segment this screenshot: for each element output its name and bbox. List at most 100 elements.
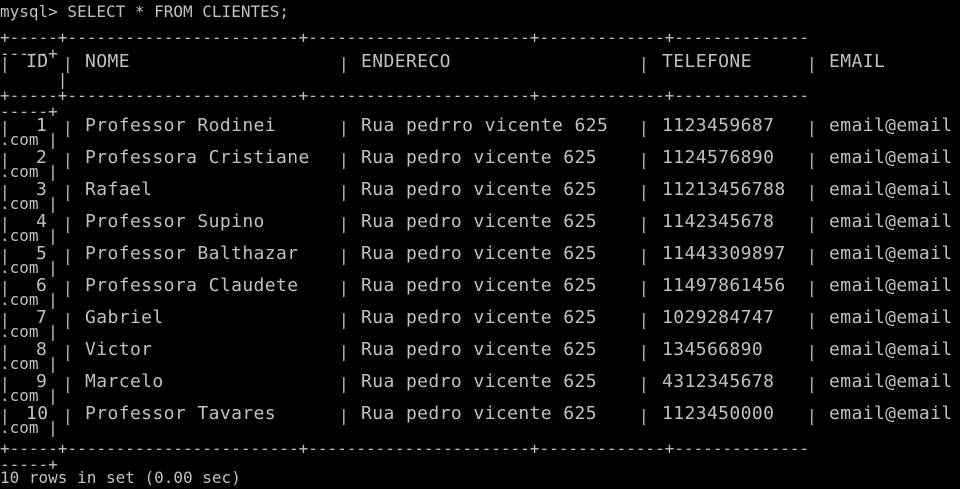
prompt-line: mysql> SELECT * FROM CLIENTES; <box>0 2 289 21</box>
header-pipe-3: | <box>639 54 649 73</box>
header-nome: NOME <box>85 51 130 72</box>
row-pipe-4: | <box>807 374 817 393</box>
cell-endereco: Rua pedro vicente 625 <box>361 339 597 360</box>
row-pipe-1: | <box>63 342 73 361</box>
cell-telefone: 1029284747 <box>662 307 775 328</box>
row-pipe-1: | <box>63 214 73 233</box>
cell-telefone: 11213456788 <box>662 179 786 200</box>
row-pipe-3: | <box>639 182 649 201</box>
row-pipe-3: | <box>639 150 649 169</box>
cell-nome: Professor Rodinei <box>85 115 277 136</box>
row-pipe-1: | <box>63 278 73 297</box>
cell-email: email@email <box>829 403 953 424</box>
table-row: | | | | | 10 Professor Tavares Rua pedro vicent… <box>0 404 960 424</box>
row-wrap-tail: .com | <box>0 418 58 437</box>
row-pipe-2: | <box>339 182 349 201</box>
cell-endereco: Rua pedro vicente 625 <box>361 211 597 232</box>
table-row: | | | | | 7 Gabriel Rua pedro vicente 625 102928… <box>0 308 960 328</box>
row-wrap-tail: .com | <box>0 386 58 405</box>
row-pipe-1: | <box>63 406 73 425</box>
row-pipe-3: | <box>639 374 649 393</box>
cell-telefone: 11443309897 <box>662 243 786 264</box>
row-pipe-4: | <box>807 182 817 201</box>
table-border-top: +-----+------------------------+--------… <box>0 28 810 47</box>
cell-endereco: Rua pedro vicente 625 <box>361 275 597 296</box>
cell-nome: Victor <box>85 339 153 360</box>
row-pipe-1: | <box>63 246 73 265</box>
row-pipe-4: | <box>807 214 817 233</box>
cell-endereco: Rua pedro vicente 625 <box>361 371 597 392</box>
table-row: | | | | | 6 Professora Claudete Rua pedro vicen… <box>0 276 960 296</box>
table-row: | | | | | 4 Professor Supino Rua pedro vicente … <box>0 212 960 232</box>
cell-nome: Professora Cristiane <box>85 147 310 168</box>
row-pipe-2: | <box>339 406 349 425</box>
table-header-row: | ID | NOME | ENDERECO | TELEFONE | EMAI… <box>0 52 960 72</box>
row-wrap-tail: .com | <box>0 258 58 277</box>
header-telefone: TELEFONE <box>662 51 752 72</box>
cell-nome: Rafael <box>85 179 153 200</box>
cell-telefone: 1142345678 <box>662 211 775 232</box>
row-pipe-2: | <box>339 278 349 297</box>
header-id: ID <box>26 51 49 72</box>
cell-email: email@email <box>829 307 953 328</box>
header-pipe-4: | <box>807 54 817 73</box>
row-pipe-3: | <box>639 118 649 137</box>
row-wrap-tail: .com | <box>0 322 58 341</box>
terminal-window[interactable]: mysql> SELECT * FROM CLIENTES; +-----+--… <box>0 0 960 489</box>
table-row: | | | | | 3 Rafael Rua pedro vicente 625 1121345… <box>0 180 960 200</box>
row-pipe-4: | <box>807 246 817 265</box>
cell-telefone: 4312345678 <box>662 371 775 392</box>
table-row: | | | | | 2 Professora Cristiane Rua pedro vice… <box>0 148 960 168</box>
row-pipe-1: | <box>63 374 73 393</box>
row-pipe-2: | <box>339 246 349 265</box>
table-border-mid: +-----+------------------------+--------… <box>0 86 810 105</box>
row-pipe-3: | <box>639 406 649 425</box>
cell-telefone: 1123459687 <box>662 115 775 136</box>
row-wrap-tail: .com | <box>0 194 58 213</box>
cell-email: email@email <box>829 147 953 168</box>
table-row: | | | | | 8 Victor Rua pedro vicente 625 1345668… <box>0 340 960 360</box>
table-row: | | | | | 5 Professor Balthazar Rua pedro vicen… <box>0 244 960 264</box>
result-footer: 10 rows in set (0.00 sec) <box>0 468 241 487</box>
cell-endereco: Rua pedro vicente 625 <box>361 243 597 264</box>
row-pipe-1: | <box>63 182 73 201</box>
row-pipe-4: | <box>807 278 817 297</box>
cell-telefone: 11497861456 <box>662 275 786 296</box>
header-email: EMAIL <box>829 51 886 72</box>
row-pipe-3: | <box>639 310 649 329</box>
row-wrap-tail: .com | <box>0 226 58 245</box>
cell-email: email@email <box>829 243 953 264</box>
cell-endereco: Rua pedro vicente 625 <box>361 147 597 168</box>
cell-endereco: Rua pedrro vicente 625 <box>361 115 609 136</box>
row-wrap-tail: .com | <box>0 290 58 309</box>
row-pipe-3: | <box>639 278 649 297</box>
row-pipe-1: | <box>63 150 73 169</box>
row-pipe-4: | <box>807 406 817 425</box>
cell-endereco: Rua pedro vicente 625 <box>361 179 597 200</box>
row-pipe-4: | <box>807 118 817 137</box>
cell-email: email@email <box>829 371 953 392</box>
cell-email: email@email <box>829 339 953 360</box>
row-pipe-3: | <box>639 246 649 265</box>
cell-email: email@email <box>829 275 953 296</box>
cell-email: email@email <box>829 211 953 232</box>
row-wrap-tail: .com | <box>0 162 58 181</box>
header-pipe-2: | <box>339 54 349 73</box>
row-pipe-2: | <box>339 310 349 329</box>
row-pipe-2: | <box>339 342 349 361</box>
row-pipe-2: | <box>339 214 349 233</box>
cell-telefone: 134566890 <box>662 339 764 360</box>
header-endereco: ENDERECO <box>361 51 451 72</box>
row-pipe-4: | <box>807 150 817 169</box>
cell-nome: Marcelo <box>85 371 164 392</box>
table-row: | | | | | 9 Marcelo Rua pedro vicente 625 431234… <box>0 372 960 392</box>
cell-endereco: Rua pedro vicente 625 <box>361 307 597 328</box>
cell-nome: Gabriel <box>85 307 164 328</box>
cell-nome: Professor Supino <box>85 211 265 232</box>
cell-email: email@email <box>829 179 953 200</box>
cell-telefone: 1124576890 <box>662 147 775 168</box>
cell-nome: Professora Claudete <box>85 275 299 296</box>
row-pipe-2: | <box>339 374 349 393</box>
cell-nome: Professor Balthazar <box>85 243 299 264</box>
cell-telefone: 1123450000 <box>662 403 775 424</box>
